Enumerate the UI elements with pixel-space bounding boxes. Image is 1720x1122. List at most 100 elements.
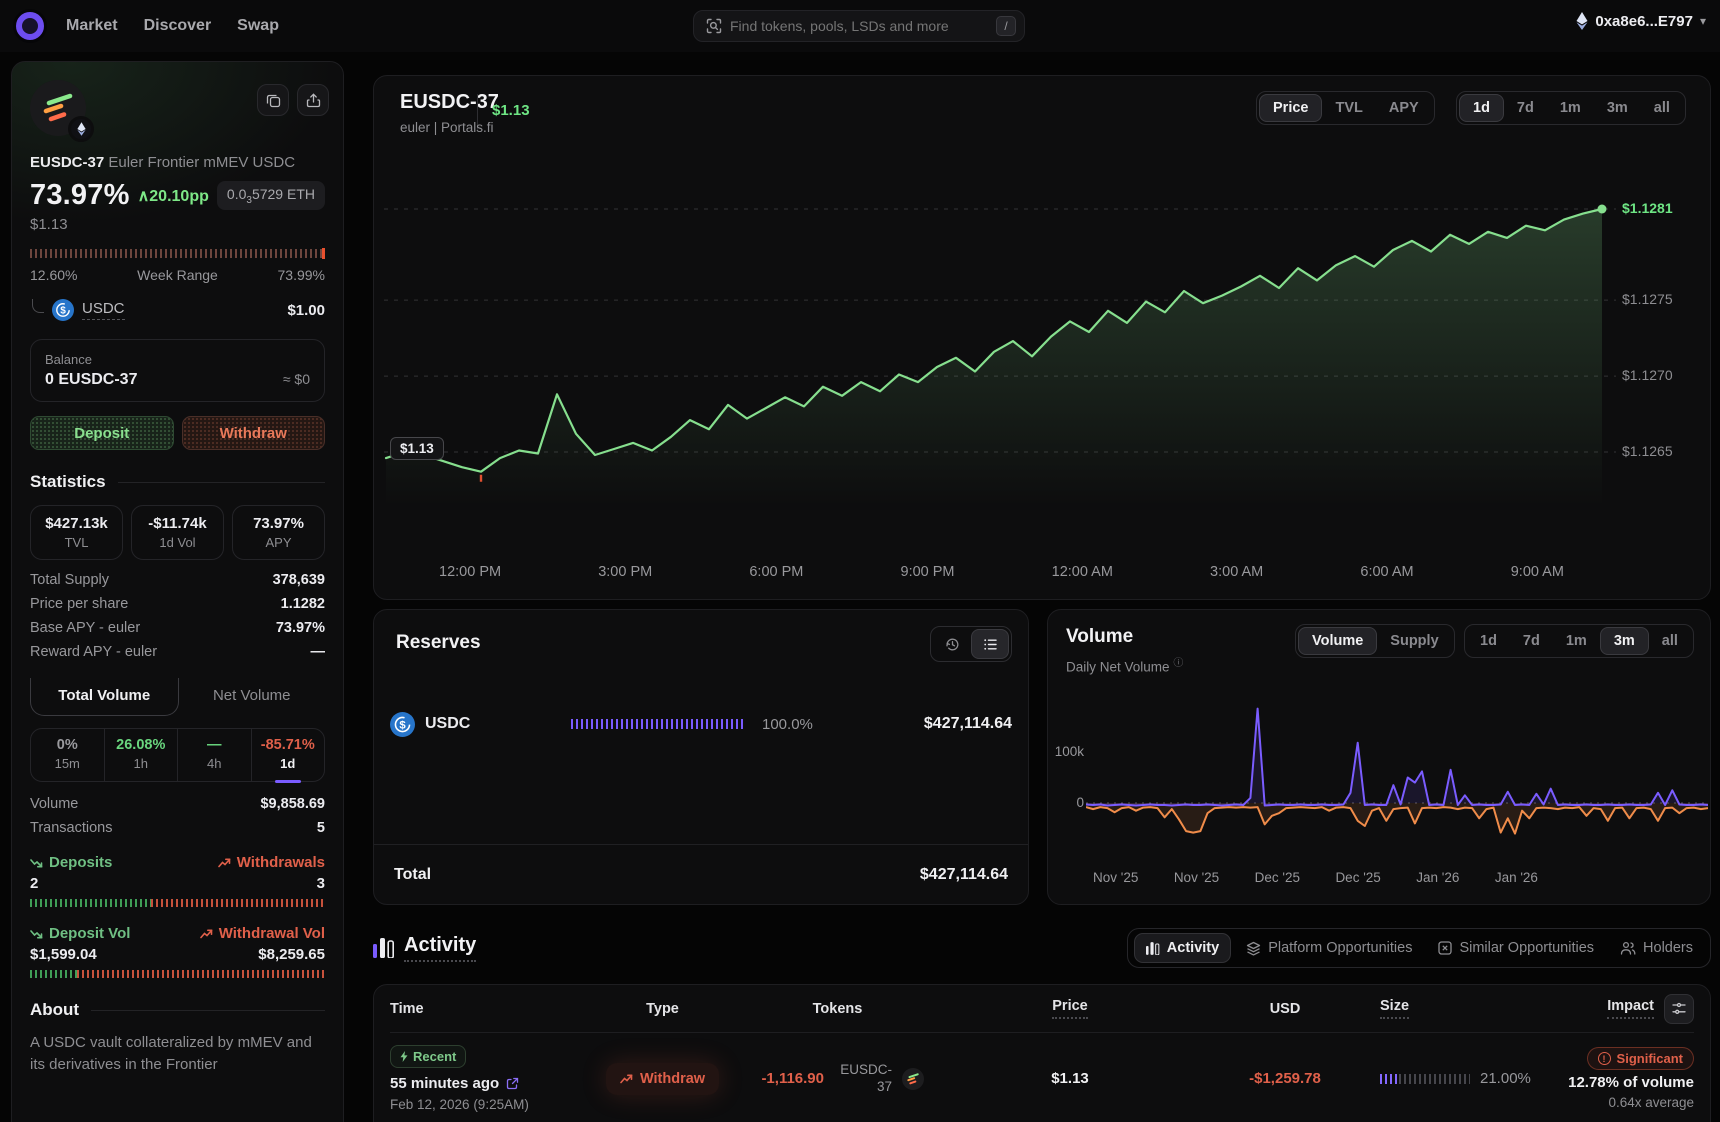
price-line-chart[interactable]: [384, 196, 1616, 506]
history-icon-button[interactable]: [933, 629, 971, 659]
tab-net-volume[interactable]: Net Volume: [179, 678, 326, 716]
period-15m[interactable]: 0%15m: [31, 729, 104, 781]
search-shortcut-key: /: [996, 16, 1016, 36]
balance-label: Balance: [45, 352, 310, 367]
tab-price[interactable]: Price: [1259, 94, 1322, 122]
period-1h[interactable]: 26.08%1h: [104, 729, 178, 781]
cell-impact: !Significant 12.78% of volume 0.64x aver…: [1560, 1047, 1694, 1110]
vrange-all[interactable]: all: [1649, 628, 1691, 654]
trend-down-icon: [30, 858, 43, 868]
brand-logo-icon[interactable]: [16, 12, 44, 40]
underlying-symbol[interactable]: USDC: [82, 300, 125, 320]
wallet-button[interactable]: 0xa8e6...E797 ▾: [1576, 12, 1706, 30]
vault-token-icon: [902, 1068, 924, 1090]
stat-row: Price per share1.1282: [30, 596, 325, 612]
trend-up-icon: [218, 858, 231, 868]
period-1d[interactable]: -85.71%1d: [251, 729, 325, 781]
vrange-3m[interactable]: 3m: [1600, 627, 1649, 655]
vol-y-label: 100k: [1052, 744, 1084, 759]
reserve-share-pct: 100.0%: [762, 716, 813, 733]
tab-activity[interactable]: Activity: [1134, 933, 1231, 963]
col-tokens: Tokens: [725, 1001, 950, 1017]
range-1m[interactable]: 1m: [1547, 95, 1594, 121]
vrange-1d[interactable]: 1d: [1467, 628, 1510, 654]
nav-market[interactable]: Market: [66, 17, 118, 35]
search-input[interactable]: [730, 18, 996, 34]
info-icon[interactable]: ⓘ: [1173, 658, 1183, 669]
flow-count-heads: Deposits Withdrawals: [30, 854, 325, 871]
reserve-asset-row[interactable]: $ USDC 100.0% $427,114.64: [390, 702, 1012, 746]
withdrawal-vol-label: Withdrawal Vol: [219, 925, 325, 942]
lightning-icon: [400, 1051, 408, 1062]
stat-chip-apy: 73.97%APY: [232, 505, 325, 560]
nav-swap[interactable]: Swap: [237, 17, 279, 35]
toggle-volume[interactable]: Volume: [1298, 627, 1377, 655]
vrange-1m[interactable]: 1m: [1553, 628, 1600, 654]
apy-value: 73.97%: [30, 179, 130, 212]
tab-platform-opportunities[interactable]: Platform Opportunities: [1235, 934, 1423, 962]
token-amount: -1,116.90: [761, 1070, 824, 1087]
period-4h[interactable]: —4h: [177, 729, 251, 781]
recent-badge: Recent: [390, 1045, 466, 1068]
list-view-icon-button[interactable]: [971, 629, 1009, 659]
share-button[interactable]: [297, 84, 329, 116]
search-bar[interactable]: /: [693, 10, 1025, 42]
reserves-title: Reserves: [396, 632, 481, 654]
tab-total-volume[interactable]: Total Volume: [30, 678, 179, 716]
vault-name: EUSDC-37 Euler Frontier mMEV USDC: [30, 154, 325, 171]
underlying-asset-row: $ USDC $1.00: [30, 299, 325, 321]
reserve-share-bar: [571, 719, 746, 729]
tree-elbow-icon: [32, 299, 44, 313]
cell-price: $1.13: [950, 1070, 1190, 1087]
activity-header: Activity Activity Platform Opportunities…: [373, 928, 1711, 968]
balance-usd: ≈ $0: [283, 371, 310, 387]
volume-line-chart[interactable]: [1086, 698, 1708, 888]
box-x-icon: [1438, 941, 1452, 955]
wallet-address: 0xa8e6...E797: [1595, 13, 1693, 30]
withdraw-button[interactable]: Withdraw: [182, 416, 326, 450]
range-all[interactable]: all: [1641, 95, 1683, 121]
period-stats-grid: 0%15m 26.08%1h —4h -85.71%1d: [30, 728, 325, 782]
stat-row: Reward APY - euler—: [30, 644, 325, 660]
tab-tvl[interactable]: TVL: [1322, 95, 1375, 121]
chart-current-price: $1.13: [492, 102, 530, 119]
transactions-row: Transactions5: [30, 820, 325, 836]
activity-tabs: Activity Platform Opportunities Similar …: [1127, 928, 1711, 968]
deposits-label: Deposits: [49, 854, 112, 871]
stat-chips: $427.13kTVL -$11.74k1d Vol 73.97%APY: [30, 505, 325, 560]
withdraw-badge: Withdraw: [606, 1063, 719, 1095]
tab-apy[interactable]: APY: [1376, 95, 1432, 121]
significant-badge: !Significant: [1587, 1047, 1694, 1070]
tab-holders[interactable]: Holders: [1609, 934, 1704, 962]
layers-icon: [1246, 941, 1261, 956]
range-7d[interactable]: 7d: [1504, 95, 1547, 121]
copy-button[interactable]: [257, 84, 289, 116]
size-percent: 21.00%: [1480, 1070, 1531, 1087]
impact-volume-pct: 12.78% of volume: [1568, 1074, 1694, 1091]
flow-vol-values: $1,599.04 $8,259.65: [30, 946, 325, 963]
range-3m[interactable]: 3m: [1594, 95, 1641, 121]
deposit-button[interactable]: Deposit: [30, 416, 174, 450]
eth-price-badge: 0.035729 ETH: [217, 181, 325, 211]
reserves-panel: Reserves $ USDC 100.0% $427,114.64 Total…: [373, 609, 1029, 905]
cell-time: Recent 55 minutes ago Feb 12, 2026 (9:25…: [390, 1045, 600, 1112]
external-link-icon[interactable]: [506, 1077, 519, 1090]
col-size: Size: [1380, 998, 1560, 1019]
app-root: Market Discover Swap / 0xa8e6...E797 ▾: [0, 0, 1720, 1122]
toggle-supply[interactable]: Supply: [1377, 628, 1451, 654]
y-axis-label: $1.1275: [1622, 291, 1673, 307]
activity-row[interactable]: Recent 55 minutes ago Feb 12, 2026 (9:25…: [390, 1033, 1694, 1122]
stat-chip-tvl: $427.13kTVL: [30, 505, 123, 560]
nav-discover[interactable]: Discover: [144, 17, 212, 35]
range-1d[interactable]: 1d: [1459, 94, 1504, 122]
y-axis-current-label: $1.1281: [1622, 200, 1673, 216]
volume-range-tabs: 1d 7d 1m 3m all: [1464, 624, 1694, 658]
vrange-7d[interactable]: 7d: [1510, 628, 1553, 654]
timestamp: Feb 12, 2026 (9:25AM): [390, 1097, 600, 1112]
week-range-label: Week Range: [137, 267, 218, 283]
tab-similar-opportunities[interactable]: Similar Opportunities: [1427, 934, 1605, 962]
table-settings-button[interactable]: [1664, 994, 1694, 1024]
eth-icon: [1576, 12, 1588, 30]
volume-panel: Volume Daily Net Volume ⓘ Volume Supply …: [1047, 609, 1711, 905]
withdrawals-label: Withdrawals: [237, 854, 325, 871]
